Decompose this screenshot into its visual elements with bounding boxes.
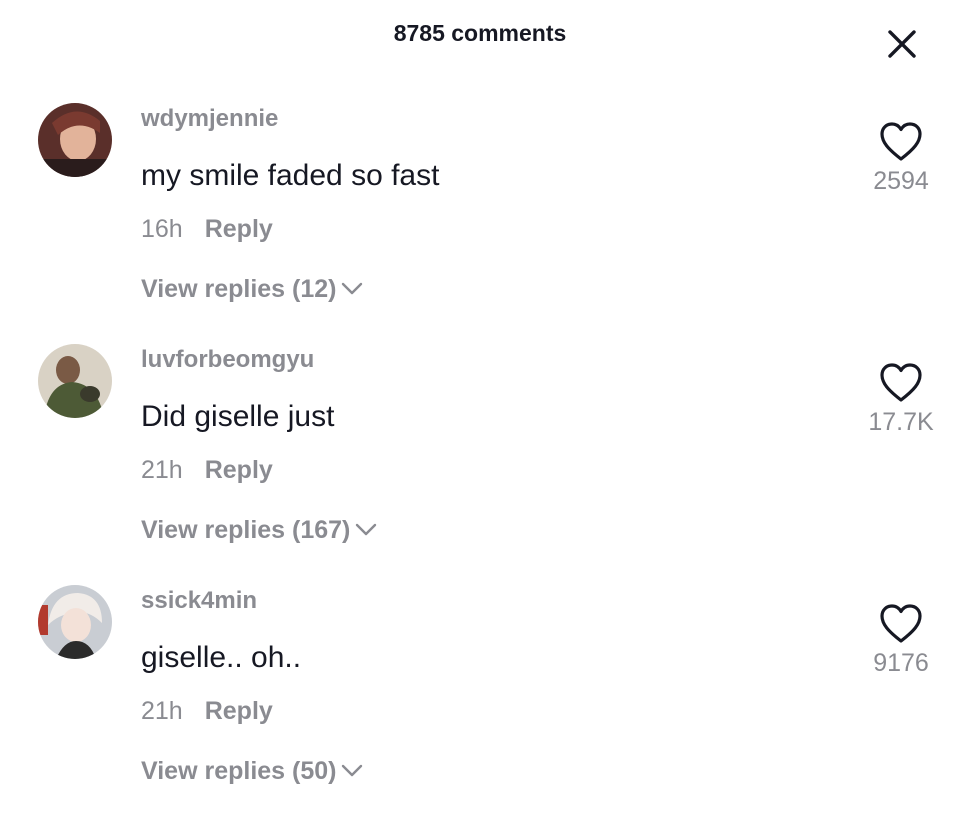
comment-time: 21h bbox=[141, 697, 183, 725]
like-button[interactable] bbox=[878, 603, 924, 645]
comment-meta: 16h Reply bbox=[141, 215, 273, 244]
view-replies-label: View replies (50) bbox=[141, 757, 337, 785]
comment-time: 21h bbox=[141, 456, 183, 484]
comments-count-title: 8785 comments bbox=[393, 20, 567, 46]
comment-item: luvforbeomgyu Did giselle just 21h Reply … bbox=[0, 344, 960, 584]
like-section: 17.7K bbox=[846, 362, 956, 437]
like-section: 2594 bbox=[846, 121, 956, 196]
comment-item: wdymjennie my smile faded so fast 16h Rep… bbox=[0, 103, 960, 343]
like-count: 17.7K bbox=[868, 408, 934, 436]
heart-icon bbox=[880, 363, 922, 402]
avatar[interactable] bbox=[38, 103, 112, 177]
comment-text: my smile faded so fast bbox=[141, 159, 440, 192]
comment-text: giselle.. oh.. bbox=[141, 641, 302, 674]
chevron-down-icon bbox=[354, 515, 378, 544]
comment-meta: 21h Reply bbox=[141, 456, 273, 485]
view-replies-button[interactable]: View replies (50) bbox=[141, 757, 364, 786]
comment-username[interactable]: ssick4min bbox=[141, 587, 257, 615]
comment-item: ssick4min giselle.. oh.. 21h Reply View r… bbox=[0, 585, 960, 825]
reply-button[interactable]: Reply bbox=[205, 456, 273, 484]
close-icon bbox=[888, 30, 916, 58]
reply-button[interactable]: Reply bbox=[205, 697, 273, 725]
close-button[interactable] bbox=[884, 26, 920, 62]
heart-icon bbox=[880, 604, 922, 643]
comment-username[interactable]: luvforbeomgyu bbox=[141, 346, 314, 374]
avatar[interactable] bbox=[38, 344, 112, 418]
comment-text: Did giselle just bbox=[141, 400, 335, 433]
chevron-down-icon bbox=[340, 274, 364, 303]
avatar[interactable] bbox=[38, 585, 112, 659]
like-button[interactable] bbox=[878, 362, 924, 404]
comment-meta: 21h Reply bbox=[141, 697, 273, 726]
like-count: 2594 bbox=[873, 167, 929, 195]
chevron-down-icon bbox=[340, 756, 364, 785]
comment-time: 16h bbox=[141, 215, 183, 243]
comment-username[interactable]: wdymjennie bbox=[141, 105, 278, 133]
view-replies-button[interactable]: View replies (12) bbox=[141, 275, 364, 304]
like-section: 9176 bbox=[846, 603, 956, 678]
heart-icon bbox=[880, 122, 922, 161]
reply-button[interactable]: Reply bbox=[205, 215, 273, 243]
comments-header: 8785 comments bbox=[0, 0, 960, 70]
like-button[interactable] bbox=[878, 121, 924, 163]
view-replies-label: View replies (12) bbox=[141, 275, 337, 303]
view-replies-button[interactable]: View replies (167) bbox=[141, 516, 378, 545]
like-count: 9176 bbox=[873, 649, 929, 677]
view-replies-label: View replies (167) bbox=[141, 516, 351, 544]
